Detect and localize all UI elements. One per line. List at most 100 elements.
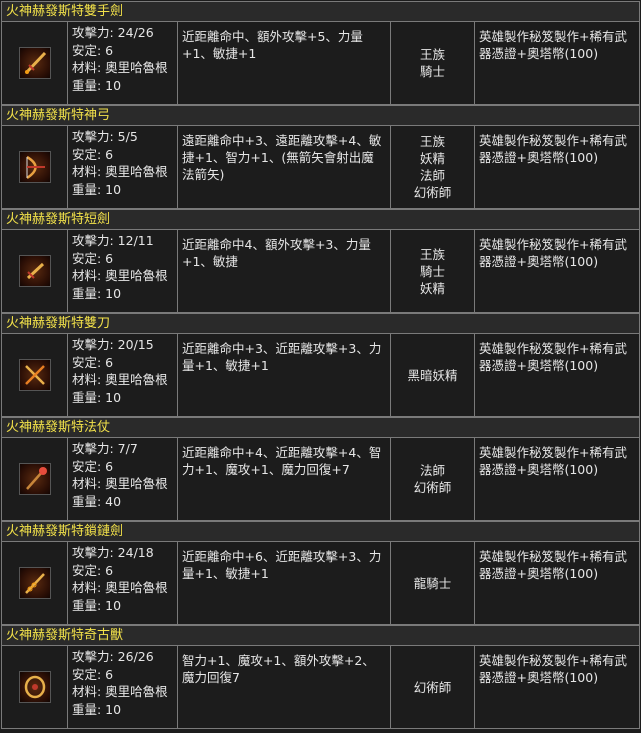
class-cell: 王族 妖精 法師 幻術師 xyxy=(391,126,475,208)
stats-cell: 攻擊力: 5/5 安定: 6 材料: 奧里哈魯根 重量: 10 xyxy=(68,126,178,208)
stat-line: 攻擊力: 12/11 xyxy=(72,233,154,248)
stats-cell: 攻擊力: 24/26 安定: 6 材料: 奧里哈魯根 重量: 10 xyxy=(68,22,178,104)
icon-cell xyxy=(2,646,68,728)
source-cell: 英雄製作秘笈製作+稀有武器憑證+奧塔幣(100) xyxy=(479,29,627,61)
item-block: 火神赫發斯特短劍 攻擊力: 12/11 安定: 6 材料: 奧里哈魯根 重量: 10 近距… xyxy=(1,209,640,313)
effect-cell: 近距離命中4、額外攻擊+3、力量+1、敏捷 xyxy=(178,230,391,312)
icon-cell xyxy=(2,230,68,312)
source-cell: 英雄製作秘笈製作+稀有武器憑證+奧塔幣(100) xyxy=(479,341,627,373)
class-name: 王族 xyxy=(419,134,445,149)
icon-cell xyxy=(2,542,68,624)
class-name: 法師 xyxy=(419,463,445,478)
stat-line: 安定: 6 xyxy=(72,562,114,578)
class-name: 龍騎士 xyxy=(413,575,452,591)
stat-line: 材料: 奧里哈魯根 xyxy=(72,476,168,491)
item-row: 攻擊力: 24/18 安定: 6 材料: 奧里哈魯根 重量: 10 近距離命中+6、近距… xyxy=(2,542,639,624)
effect-cell: 近距離命中+3、近距離攻擊+3、力量+1、敏捷+1 xyxy=(178,334,391,416)
item-row: 攻擊力: 5/5 安定: 6 材料: 奧里哈魯根 重量: 10 遠距離命中+3、遠距離攻… xyxy=(2,126,639,208)
stat-line: 重量: 10 xyxy=(72,701,122,717)
two-handed-sword-icon xyxy=(18,47,51,79)
item-title: 火神赫發斯特神弓 xyxy=(2,106,639,126)
stat-line: 重量: 10 xyxy=(72,285,122,301)
item-title: 火神赫發斯特奇古獸 xyxy=(2,626,639,646)
stat-line: 材料: 奧里哈魯根 xyxy=(72,60,168,75)
class-name: 妖精 xyxy=(419,151,445,166)
effect-cell: 近距離命中+6、近距離攻擊+3、力量+1、敏捷+1 xyxy=(178,542,391,624)
item-block: 火神赫發斯特雙手劍攻擊力: 24/26 安定: 6 材料: 奧里哈魯根 重量: 10 近… xyxy=(1,1,640,105)
stat-line: 攻擊力: 24/18 xyxy=(72,545,154,560)
stats-cell: 攻擊力: 26/26 安定: 6 材料: 奧里哈魯根 重量: 10 xyxy=(68,646,178,728)
bow-icon xyxy=(18,151,51,183)
class-name: 幻術師 xyxy=(413,679,452,695)
icon-cell xyxy=(2,438,68,520)
source-cell: 英雄製作秘笈製作+稀有武器憑證+奧塔幣(100) xyxy=(479,133,627,165)
class-name: 黑暗妖精 xyxy=(407,367,458,383)
item-title: 火神赫發斯特法仗 xyxy=(2,418,639,438)
class-cell: 王族 騎士 妖精 xyxy=(391,230,475,312)
stat-line: 重量: 10 xyxy=(72,77,122,93)
chain-sword-icon xyxy=(18,567,51,599)
class-name: 騎士 xyxy=(419,64,445,79)
class-cell: 黑暗妖精 xyxy=(391,334,475,416)
item-list: 火神赫發斯特雙手劍攻擊力: 24/26 安定: 6 材料: 奧里哈魯根 重量: 10 近… xyxy=(0,0,641,733)
item-block: 火神赫發斯特奇古獸攻擊力: 26/26 安定: 6 材料: 奧里哈魯根 重量: 10 智… xyxy=(1,625,640,729)
stat-line: 安定: 6 xyxy=(72,666,114,682)
icon-cell xyxy=(2,126,68,208)
stats-cell: 攻擊力: 24/18 安定: 6 材料: 奧里哈魯根 重量: 10 xyxy=(68,542,178,624)
icon-cell xyxy=(2,334,68,416)
stats-cell: 攻擊力: 7/7 安定: 6 材料: 奧里哈魯根 重量: 40 xyxy=(68,438,178,520)
source-cell: 英雄製作秘笈製作+稀有武器憑證+奧塔幣(100) xyxy=(479,549,627,581)
stat-line: 攻擊力: 7/7 xyxy=(72,441,138,456)
item-block: 火神赫發斯特神弓 攻擊力: 5/5 安定: 6 材料: 奧里哈魯根 重量: 10 遠距離命… xyxy=(1,105,640,209)
class-cell: 王族 騎士 xyxy=(391,22,475,104)
item-block: 火神赫發斯特雙刀 攻擊力: 20/15 安定: 6 材料: 奧里哈魯根 重量: 10 近距… xyxy=(1,313,640,417)
effect-cell: 近距離命中+4、近距離攻擊+4、智力+1、魔攻+1、魔力回復+7 xyxy=(178,438,391,520)
class-name: 王族 xyxy=(419,47,445,62)
staff-icon xyxy=(18,463,51,495)
stat-line: 材料: 奧里哈魯根 xyxy=(72,684,168,699)
stat-line: 材料: 奧里哈魯根 xyxy=(72,268,168,283)
item-row: 攻擊力: 24/26 安定: 6 材料: 奧里哈魯根 重量: 10 近距離命中、額外攻擊… xyxy=(2,22,639,104)
item-row: 攻擊力: 20/15 安定: 6 材料: 奧里哈魯根 重量: 10 近距離命中+3、近距… xyxy=(2,334,639,416)
class-name: 騎士 xyxy=(419,263,445,279)
stat-line: 安定: 6 xyxy=(72,354,114,370)
class-name: 幻術師 xyxy=(413,185,452,200)
class-cell: 法師 幻術師 xyxy=(391,438,475,520)
stat-line: 安定: 6 xyxy=(72,42,114,58)
stat-line: 重量: 10 xyxy=(72,389,122,405)
icon-cell xyxy=(2,22,68,104)
dual-blades-icon xyxy=(18,359,51,391)
stat-line: 攻擊力: 20/15 xyxy=(72,337,154,352)
stat-line: 材料: 奧里哈魯根 xyxy=(72,372,168,387)
class-name: 幻術師 xyxy=(413,480,452,495)
stat-line: 安定: 6 xyxy=(72,458,114,474)
source-cell: 英雄製作秘笈製作+稀有武器憑證+奧塔幣(100) xyxy=(479,237,627,269)
stat-line: 重量: 10 xyxy=(72,597,122,613)
short-sword-icon xyxy=(18,255,51,287)
item-title: 火神赫發斯特鎖鏈劍 xyxy=(2,522,639,542)
stat-line: 攻擊力: 24/26 xyxy=(72,25,154,40)
effect-cell: 遠距離命中+3、遠距離攻擊+4、敏捷+1、智力+1、(無箭矢會射出魔法箭矢) xyxy=(178,126,391,208)
item-block: 火神赫發斯特法仗攻擊力: 7/7 安定: 6 材料: 奧里哈魯根 重量: 40 近距離命… xyxy=(1,417,640,521)
item-row: 攻擊力: 12/11 安定: 6 材料: 奧里哈魯根 重量: 10 近距離命中4、額外攻… xyxy=(2,230,639,312)
class-name: 妖精 xyxy=(419,280,445,296)
source-cell: 英雄製作秘笈製作+稀有武器憑證+奧塔幣(100) xyxy=(479,653,627,685)
item-block: 火神赫發斯特鎖鏈劍攻擊力: 24/18 安定: 6 材料: 奧里哈魯根 重量: 10 近… xyxy=(1,521,640,625)
stat-line: 重量: 40 xyxy=(72,493,122,509)
effect-cell: 近距離命中、額外攻擊+5、力量+1、敏捷+1 xyxy=(178,22,391,104)
effect-cell: 智力+1、魔攻+1、額外攻擊+2、魔力回復7 xyxy=(178,646,391,728)
stat-line: 安定: 6 xyxy=(72,146,114,162)
stat-line: 安定: 6 xyxy=(72,250,114,266)
class-name: 王族 xyxy=(419,246,445,262)
item-title: 火神赫發斯特雙手劍 xyxy=(2,2,639,22)
source-cell: 英雄製作秘笈製作+稀有武器憑證+奧塔幣(100) xyxy=(479,445,627,477)
stats-cell: 攻擊力: 12/11 安定: 6 材料: 奧里哈魯根 重量: 10 xyxy=(68,230,178,312)
stat-line: 材料: 奧里哈魯根 xyxy=(72,164,168,179)
stats-cell: 攻擊力: 20/15 安定: 6 材料: 奧里哈魯根 重量: 10 xyxy=(68,334,178,416)
class-cell: 龍騎士 xyxy=(391,542,475,624)
class-name: 法師 xyxy=(419,168,445,183)
item-row: 攻擊力: 26/26 安定: 6 材料: 奧里哈魯根 重量: 10 智力+1、魔攻+1、… xyxy=(2,646,639,728)
class-cell: 幻術師 xyxy=(391,646,475,728)
stat-line: 攻擊力: 26/26 xyxy=(72,649,154,664)
stat-line: 材料: 奧里哈魯根 xyxy=(72,580,168,595)
